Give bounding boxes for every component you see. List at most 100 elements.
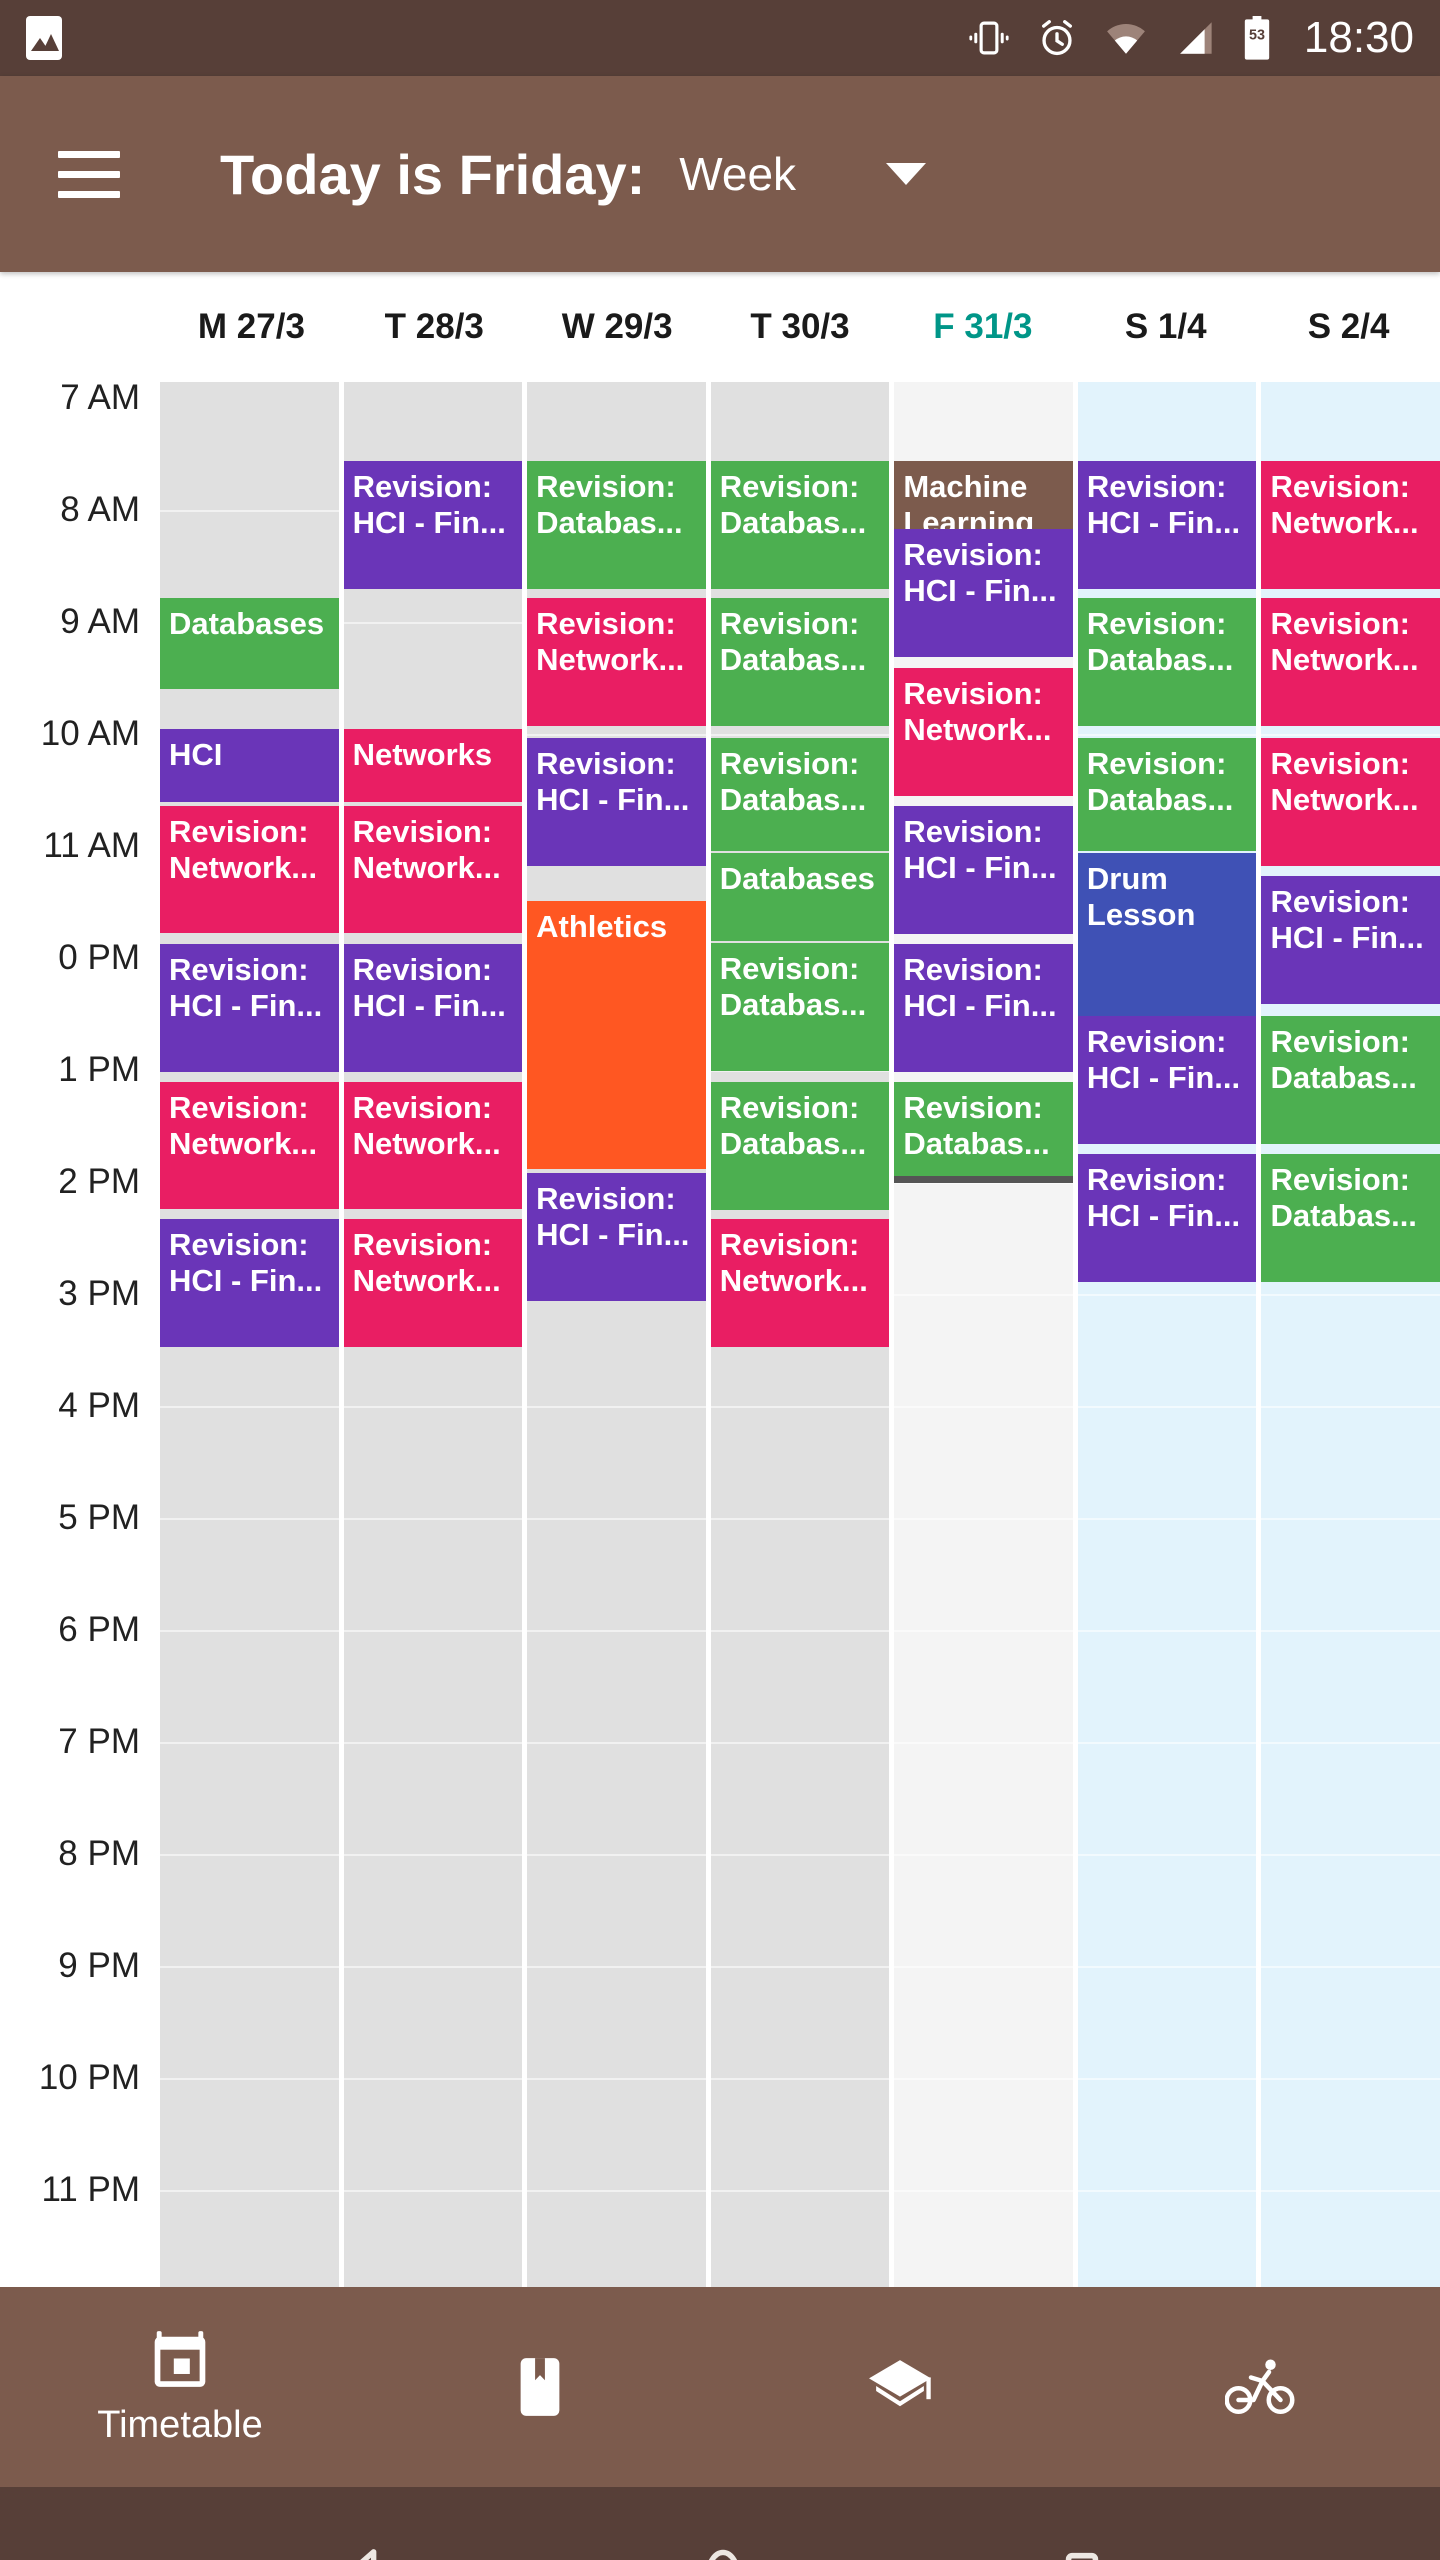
chevron-down-icon[interactable] xyxy=(886,163,927,185)
calendar-event[interactable]: Revision: HCI - Fin... xyxy=(343,944,523,1072)
calendar-event[interactable]: Revision: HCI - Fin... xyxy=(894,529,1073,657)
calendar-event[interactable]: Revision: HCI - Fin... xyxy=(1077,461,1257,589)
calendar-event[interactable]: Revision: Network... xyxy=(343,1219,523,1347)
calendar-event[interactable]: Revision: Databas... xyxy=(1077,738,1257,851)
calendar-event[interactable]: Revision: HCI - Fin... xyxy=(1261,876,1440,1004)
time-label-3: 10 AM xyxy=(40,714,140,753)
calendar-event[interactable]: Revision: HCI - Fin... xyxy=(527,738,706,866)
day-header-0[interactable]: M 27/3 xyxy=(160,307,343,347)
calendar-event[interactable]: Revision: HCI - Fin... xyxy=(343,461,523,589)
calendar-event[interactable]: Networks xyxy=(343,729,523,802)
day-header-2[interactable]: W 29/3 xyxy=(526,307,709,347)
nav-item-timetable[interactable]: Timetable xyxy=(0,2287,360,2487)
svg-text:53: 53 xyxy=(1249,28,1265,44)
calendar-event[interactable]: Revision: HCI - Fin... xyxy=(1077,1154,1257,1282)
day-column-2[interactable]: Revision: Databas... Revision: Network...… xyxy=(527,382,706,2287)
calendar-event[interactable]: Revision: Network... xyxy=(894,668,1073,796)
calendar-event[interactable]: Revision: Databas... xyxy=(710,1082,890,1210)
calendar-event[interactable]: Revision: Network... xyxy=(1261,598,1440,726)
day-column-0[interactable]: Databases HCI Revision: Network... Revision… xyxy=(160,382,339,2287)
calendar-event[interactable]: Revision: Databas... xyxy=(1261,1154,1440,1282)
time-label-9: 4 PM xyxy=(58,1386,140,1425)
calendar-event[interactable]: Databases xyxy=(710,853,890,941)
hour-gridline xyxy=(160,2078,339,2080)
calendar-event[interactable]: Revision: Network... xyxy=(343,1082,523,1209)
status-bar-clock: 18:30 xyxy=(1303,13,1414,62)
hour-gridline xyxy=(894,1742,1073,1744)
hour-gridline xyxy=(894,1966,1073,1968)
hour-gridline xyxy=(343,1966,523,1968)
calendar-event[interactable]: Revision: Databas... xyxy=(527,461,706,589)
calendar-event[interactable]: Revision: HCI - Fin... xyxy=(1077,1016,1257,1144)
calendar-event[interactable]: Athletics xyxy=(527,901,706,1169)
calendar-event[interactable]: Revision: HCI - Fin... xyxy=(894,806,1073,934)
hour-gridline xyxy=(160,1406,339,1408)
hour-gridline xyxy=(1077,1742,1257,1744)
status-bar-system-icons: 53 18:30 xyxy=(968,13,1414,63)
day-header-1[interactable]: T 28/3 xyxy=(343,307,526,347)
hour-gridline xyxy=(343,2078,523,2080)
nav-item-bookmarks[interactable] xyxy=(360,2287,720,2487)
calendar-event[interactable]: Revision: Databas... xyxy=(894,1082,1073,1183)
calendar-event[interactable]: Revision: Databas... xyxy=(1261,1016,1440,1144)
hour-gridline xyxy=(710,1742,890,1744)
image-notification-icon xyxy=(26,16,62,60)
calendar-event[interactable]: Revision: Network... xyxy=(160,1082,339,1209)
calendar-event[interactable]: Revision: Databas... xyxy=(710,598,890,726)
hour-gridline xyxy=(894,1854,1073,1856)
hour-gridline xyxy=(1077,1518,1257,1520)
day-header-5[interactable]: S 1/4 xyxy=(1074,307,1257,347)
hour-gridline xyxy=(894,2190,1073,2192)
day-column-4[interactable]: Machine Learning Revision: HCI - Fin... Re… xyxy=(894,382,1073,2287)
calendar-event[interactable]: Revision: Network... xyxy=(343,806,523,933)
day-column-5[interactable]: Revision: HCI - Fin... Revision: Databas.… xyxy=(1077,382,1257,2287)
calendar-event[interactable]: Revision: Databas... xyxy=(710,738,890,851)
calendar-event[interactable]: Drum Lesson xyxy=(1077,853,1257,1016)
day-column-6[interactable]: Revision: Network... Revision: Network...… xyxy=(1261,382,1440,2287)
day-header-4[interactable]: F 31/3 xyxy=(891,307,1074,347)
calendar-event[interactable]: Revision: Network... xyxy=(1261,461,1440,589)
time-label-16: 11 PM xyxy=(41,2170,140,2209)
hour-gridline xyxy=(160,2190,339,2192)
hour-gridline xyxy=(343,1742,523,1744)
calendar-event[interactable]: Revision: HCI - Fin... xyxy=(160,1219,339,1347)
wifi-icon xyxy=(1104,17,1148,59)
back-triangle-icon[interactable] xyxy=(323,2541,399,2560)
calendar-event[interactable]: Revision: HCI - Fin... xyxy=(527,1173,706,1301)
day-column-1[interactable]: Revision: HCI - Fin... Networks Revision: … xyxy=(343,382,523,2287)
recents-square-icon[interactable] xyxy=(1047,2544,1117,2560)
day-column-3[interactable]: Revision: Databas... Revision: Databas...… xyxy=(710,382,890,2287)
hour-gridline xyxy=(894,1406,1073,1408)
nav-item-activity[interactable] xyxy=(1080,2287,1440,2487)
hour-gridline xyxy=(343,1630,523,1632)
time-label-13: 8 PM xyxy=(58,1834,140,1873)
calendar-event[interactable]: Databases xyxy=(160,598,339,689)
hour-gridline xyxy=(1261,1630,1440,1632)
calendar-event[interactable]: Machine Learning xyxy=(894,461,1073,529)
calendar-event[interactable]: Revision: Databas... xyxy=(1077,598,1257,726)
calendar-event[interactable]: Revision: Network... xyxy=(1261,738,1440,866)
calendar-event[interactable]: HCI xyxy=(160,729,339,802)
hour-gridline xyxy=(1261,2190,1440,2192)
nav-item-study[interactable] xyxy=(720,2287,1080,2487)
hour-gridline xyxy=(894,1294,1073,1296)
home-circle-icon[interactable] xyxy=(685,2541,761,2560)
hour-gridline xyxy=(710,2190,890,2192)
view-mode-selector[interactable]: Week xyxy=(679,147,796,201)
time-label-2: 9 AM xyxy=(60,602,140,641)
calendar-event[interactable]: Revision: Databas... xyxy=(710,943,890,1071)
day-header-6[interactable]: S 2/4 xyxy=(1257,307,1440,347)
hour-gridline xyxy=(343,2190,523,2192)
calendar-event[interactable]: Revision: Network... xyxy=(710,1219,890,1347)
calendar-event[interactable]: Revision: Network... xyxy=(160,806,339,933)
calendar-timetable-icon xyxy=(149,2328,211,2390)
calendar-event[interactable]: Revision: Databas... xyxy=(710,461,890,589)
hour-gridline xyxy=(710,1630,890,1632)
hamburger-menu-icon[interactable] xyxy=(58,150,120,198)
calendar-event[interactable]: Revision: HCI - Fin... xyxy=(160,944,339,1072)
calendar-event[interactable]: Revision: HCI - Fin... xyxy=(894,944,1073,1072)
calendar-event[interactable]: Revision: Network... xyxy=(527,598,706,726)
day-header-3[interactable]: T 30/3 xyxy=(709,307,892,347)
calendar-grid[interactable]: 7 AM 8 AM 9 AM 10 AM 11 AM 0 PM 1 PM 2 PM 3 PM 4 … xyxy=(0,382,1440,2287)
hour-gridline xyxy=(527,1518,706,1520)
